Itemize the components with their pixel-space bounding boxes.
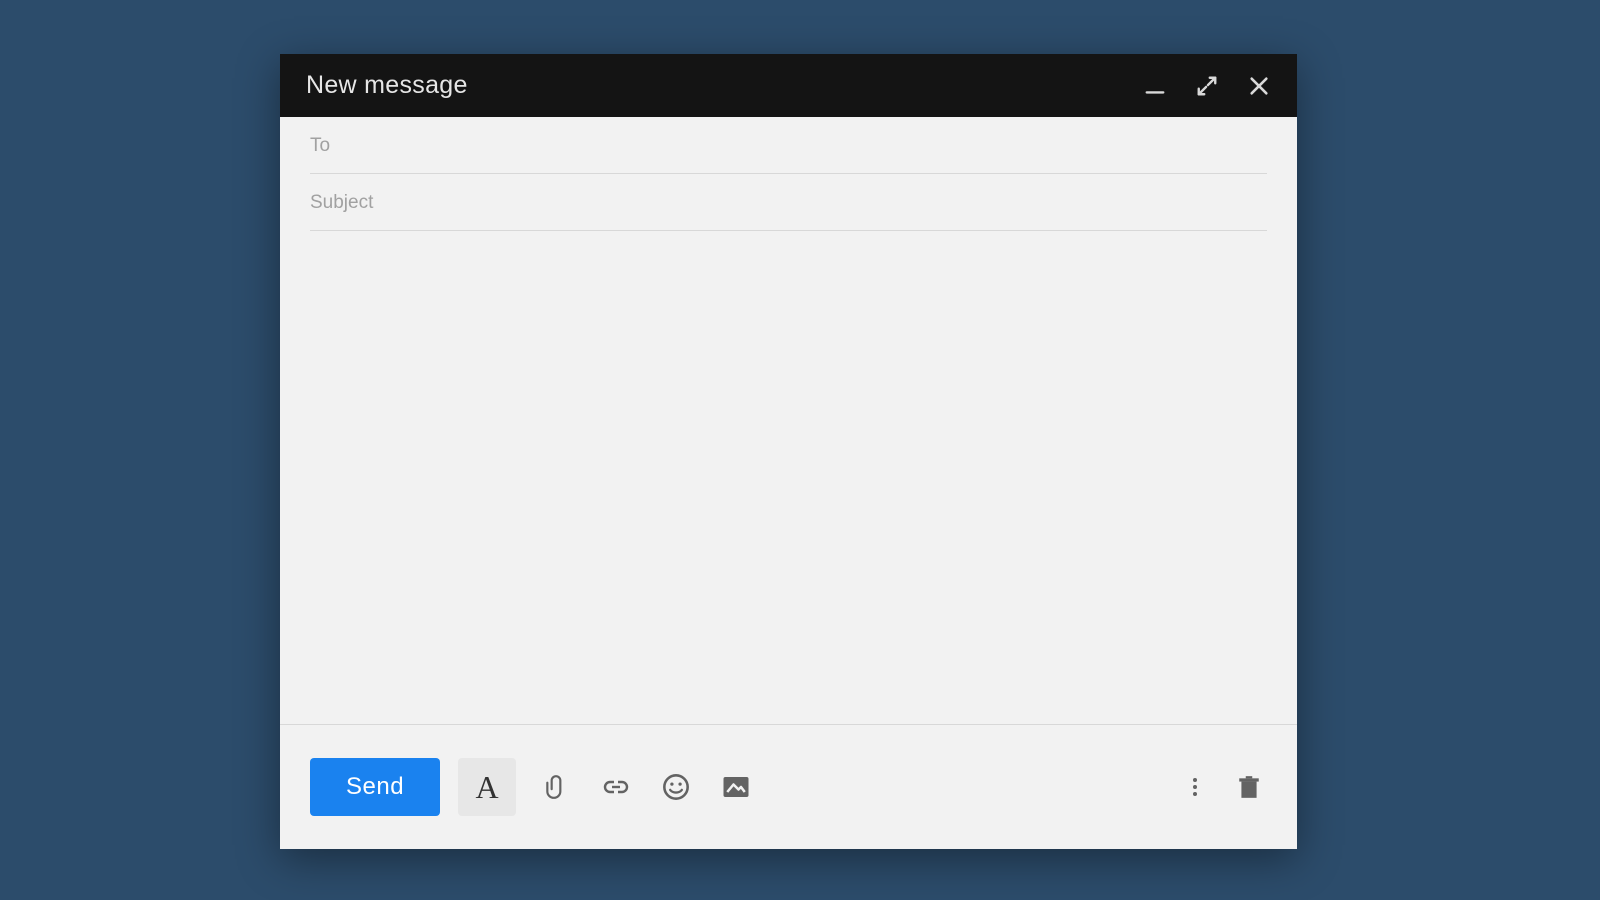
more-options-button[interactable]: [1177, 769, 1213, 805]
titlebar: New message: [280, 54, 1297, 117]
close-icon: [1248, 75, 1270, 97]
emoji-icon: [662, 773, 690, 801]
formatting-options-button[interactable]: A: [458, 758, 516, 816]
window-title: New message: [306, 71, 1143, 100]
compose-toolbar: Send A: [280, 724, 1297, 849]
more-vertical-icon: [1183, 775, 1207, 799]
header-fields: [280, 117, 1297, 231]
minimize-button[interactable]: [1143, 74, 1167, 98]
window-controls: [1143, 74, 1271, 98]
compose-window: New message: [280, 54, 1297, 849]
formatting-icon: A: [476, 769, 499, 806]
insert-photo-button[interactable]: [718, 769, 754, 805]
message-body-input[interactable]: [310, 249, 1267, 706]
minimize-icon: [1144, 75, 1166, 97]
photo-icon: [721, 772, 751, 802]
to-input[interactable]: [310, 117, 1267, 173]
to-field-row: [310, 117, 1267, 174]
restore-down-icon: [1196, 75, 1218, 97]
subject-field-row: [310, 174, 1267, 231]
insert-emoji-button[interactable]: [658, 769, 694, 805]
discard-draft-button[interactable]: [1231, 769, 1267, 805]
trash-icon: [1236, 774, 1262, 800]
insert-link-button[interactable]: [598, 769, 634, 805]
message-body-area: [280, 231, 1297, 724]
send-button[interactable]: Send: [310, 758, 440, 816]
subject-input[interactable]: [310, 174, 1267, 230]
link-icon: [598, 775, 634, 799]
paperclip-icon: [543, 774, 569, 800]
compose-tool-icons: [538, 769, 754, 805]
attach-file-button[interactable]: [538, 769, 574, 805]
close-button[interactable]: [1247, 74, 1271, 98]
restore-down-button[interactable]: [1195, 74, 1219, 98]
